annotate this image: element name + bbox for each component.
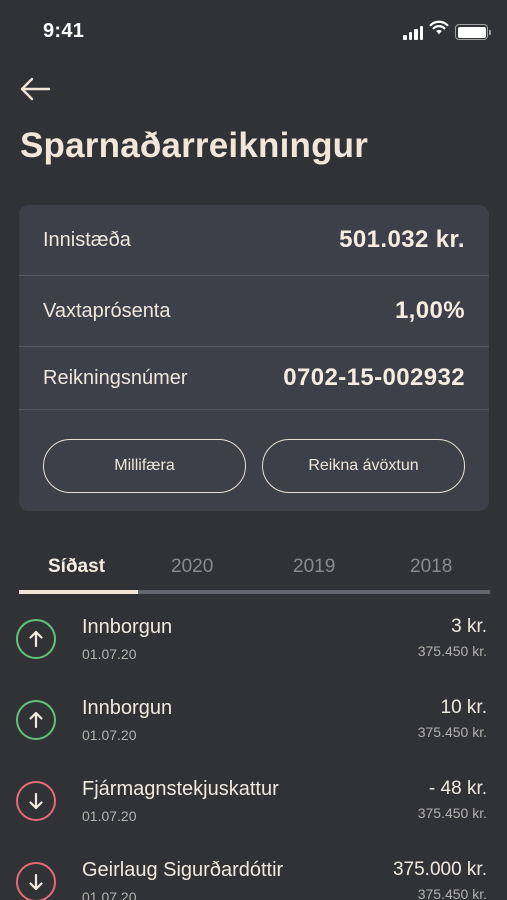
transaction-title: Innborgun <box>82 697 173 719</box>
status-time: 9:41 <box>43 20 85 42</box>
transaction-title: Innborgun <box>82 616 173 638</box>
transaction-date: 01.07.20 <box>82 646 137 662</box>
battery-icon <box>455 24 491 40</box>
transaction-balance: 375.450 kr. <box>417 805 487 821</box>
transaction-date: 01.07.20 <box>82 808 137 824</box>
period-tabs: Síðast 2020 2019 2018 <box>19 550 490 596</box>
balance-label: Innistæða <box>43 228 131 251</box>
balance-value: 501.032 kr. <box>339 226 465 253</box>
app-screen: 9:41 Sparnaðarreikningur Innistæða 501.0… <box>0 0 507 900</box>
interest-rate-row: Vaxtaprósenta 1,00% <box>19 276 489 347</box>
cellular-signal-icon <box>403 26 423 40</box>
transaction-title: Fjármagnstekjuskattur <box>82 778 279 800</box>
active-tab-indicator <box>19 590 138 594</box>
transaction-date: 01.07.20 <box>82 889 137 900</box>
wifi-icon <box>429 20 449 40</box>
interest-rate-label: Vaxtaprósenta <box>43 299 171 322</box>
tab-2019[interactable]: 2019 <box>293 556 335 578</box>
transaction-amount: - 48 kr. <box>428 778 487 799</box>
arrow-down-icon <box>16 781 56 821</box>
arrow-up-icon <box>16 700 56 740</box>
status-bar: 9:41 <box>0 0 507 62</box>
back-button[interactable] <box>17 75 53 107</box>
transaction-balance: 375.450 kr. <box>417 643 487 659</box>
transaction-title: Geirlaug Sigurðardóttir <box>82 859 284 881</box>
tab-recent[interactable]: Síðast <box>48 556 105 578</box>
balance-row: Innistæða 501.032 kr. <box>19 205 489 276</box>
transfer-button[interactable]: Millifæra <box>43 439 246 493</box>
account-info-card: Innistæða 501.032 kr. Vaxtaprósenta 1,00… <box>19 205 489 511</box>
tab-2018[interactable]: 2018 <box>410 556 452 578</box>
status-icons <box>403 20 491 40</box>
transaction-amount: 10 kr. <box>440 697 487 718</box>
calculate-return-button[interactable]: Reikna ávöxtun <box>262 439 465 493</box>
transaction-item[interactable]: Innborgun 01.07.20 3 kr. 375.450 kr. <box>0 613 507 685</box>
transaction-item[interactable]: Innborgun 01.07.20 10 kr. 375.450 kr. <box>0 694 507 766</box>
transaction-balance: 375.450 kr. <box>417 886 487 900</box>
transaction-item[interactable]: Fjármagnstekjuskattur 01.07.20 - 48 kr. … <box>0 775 507 847</box>
transaction-balance: 375.450 kr. <box>417 724 487 740</box>
interest-rate-value: 1,00% <box>394 297 465 324</box>
transaction-date: 01.07.20 <box>82 727 137 743</box>
transaction-item[interactable]: Geirlaug Sigurðardóttir 01.07.20 375.000… <box>0 856 507 900</box>
account-number-value: 0702-15-002932 <box>283 364 465 391</box>
transaction-amount: 3 kr. <box>451 616 487 637</box>
card-actions: Millifæra Reikna ávöxtun <box>43 439 465 493</box>
arrow-down-icon <box>16 862 56 900</box>
account-number-label: Reikningsnúmer <box>43 366 188 389</box>
transaction-amount: 375.000 kr. <box>392 859 487 880</box>
arrow-up-icon <box>16 619 56 659</box>
account-number-row: Reikningsnúmer 0702-15-002932 <box>19 347 489 410</box>
tab-2020[interactable]: 2020 <box>171 556 213 578</box>
page-title: Sparnaðarreikningur <box>20 126 369 165</box>
arrow-left-icon <box>19 77 51 106</box>
